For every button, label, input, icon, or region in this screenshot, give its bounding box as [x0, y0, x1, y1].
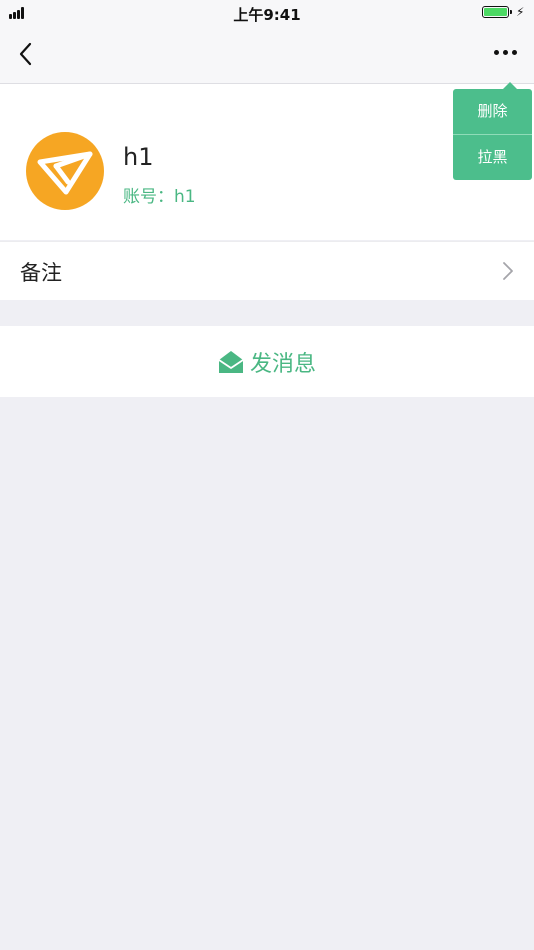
status-time: 上午9:41 — [233, 6, 301, 24]
remark-row[interactable]: 备注 — [0, 241, 534, 300]
contact-name: h1 — [123, 143, 154, 171]
charging-icon: ⚡ — [516, 5, 525, 19]
send-message-label: 发消息 — [249, 352, 316, 377]
back-button[interactable] — [14, 40, 40, 68]
battery-icon — [482, 6, 512, 18]
remark-label: 备注 — [20, 261, 62, 285]
more-dots-icon — [494, 50, 499, 55]
envelope-open-icon — [218, 351, 244, 373]
chevron-right-icon — [503, 262, 513, 280]
status-bar: 上午9:41 ⚡ — [0, 0, 534, 26]
popup-arrow — [503, 82, 517, 89]
send-message-button[interactable]: 发消息 — [0, 326, 534, 397]
block-menu-item[interactable]: 拉黑 — [453, 135, 532, 180]
avatar[interactable] — [26, 132, 104, 210]
nav-bar — [0, 26, 534, 84]
chevron-left-icon — [19, 42, 32, 66]
popup-menu: 删除 拉黑 — [453, 89, 532, 180]
account-id: 账号：h1 — [123, 187, 196, 207]
more-button[interactable] — [492, 44, 522, 62]
paper-plane-icon — [37, 151, 93, 195]
delete-menu-item[interactable]: 删除 — [453, 89, 532, 134]
